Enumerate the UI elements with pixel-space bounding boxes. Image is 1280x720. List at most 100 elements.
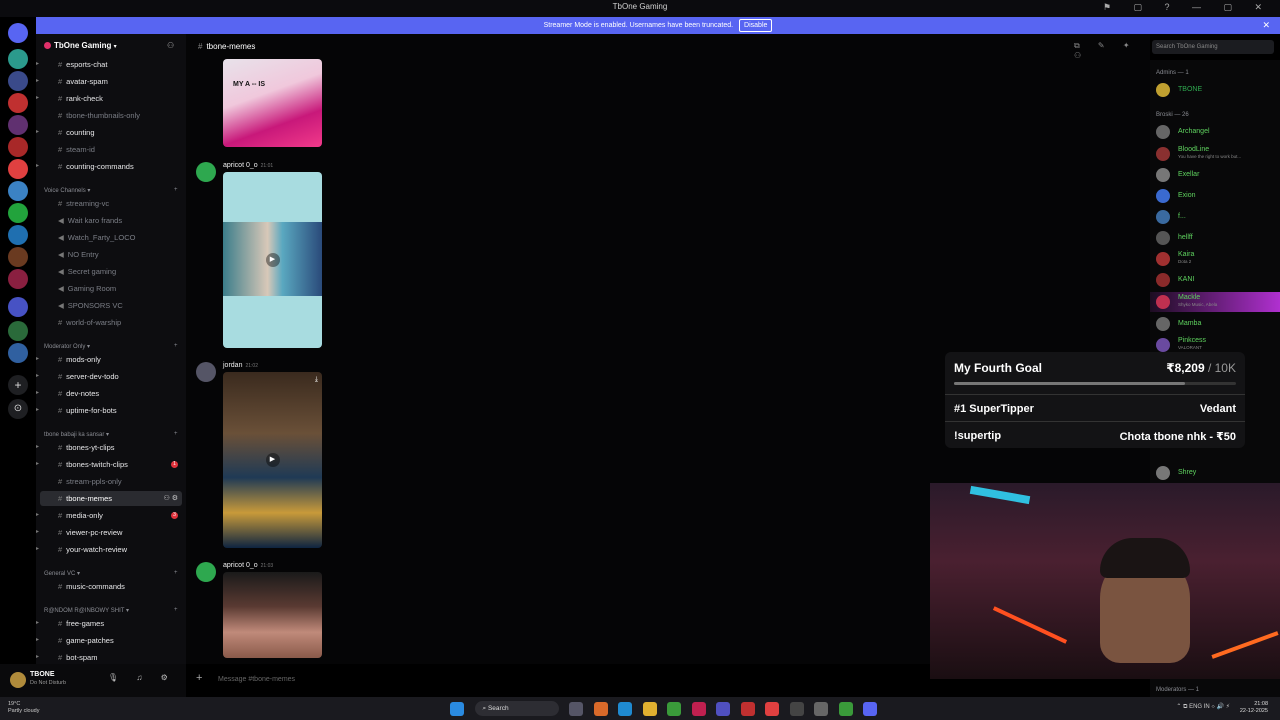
member-item[interactable]: hellff	[1150, 228, 1280, 248]
server-icon[interactable]	[8, 93, 28, 113]
server-icon[interactable]	[8, 321, 28, 341]
member-item[interactable]: Mackle Shyko Music, Abela	[1150, 292, 1280, 312]
video-attachment[interactable]	[223, 572, 322, 658]
member-item[interactable]: Shrey	[1150, 463, 1280, 483]
start-icon[interactable]	[450, 701, 464, 716]
server-icon[interactable]	[8, 137, 28, 157]
server-icon[interactable]	[8, 181, 28, 201]
channel-bot-spam[interactable]: ▸ # bot-spam	[36, 650, 186, 665]
category-random[interactable]: R@NDOM R@INBOWY SHIT ▾ +	[44, 607, 178, 614]
header-icons[interactable]: ⧉ ✎ ✦ ⚇	[1074, 41, 1150, 60]
category-voice-channels[interactable]: Voice Channels ▾ +	[44, 187, 178, 194]
clock[interactable]: 21:08 22-12-2025	[1240, 701, 1268, 715]
member-item[interactable]: Exellar	[1150, 165, 1280, 185]
voice-wait-karo-frands[interactable]: ◀ Wait karo frands	[36, 213, 186, 228]
chrome-icon[interactable]	[667, 701, 682, 716]
user-avatar[interactable]	[10, 672, 26, 688]
server-icon[interactable]	[8, 247, 28, 267]
play-icon[interactable]: ▶	[265, 253, 280, 267]
member-item[interactable]: BloodLine You have the right to work but.…	[1150, 144, 1280, 164]
message-image[interactable]: MY A -- IS	[223, 59, 322, 147]
weather-widget[interactable]: 19°C Partly cloudy	[8, 701, 40, 715]
channel-your-watch-review[interactable]: ▸ # your-watch-review	[36, 542, 186, 557]
member-item[interactable]: Archangel	[1150, 122, 1280, 142]
app-icon[interactable]	[716, 701, 731, 716]
video-attachment[interactable]: ▶	[223, 172, 322, 348]
brave-icon[interactable]	[765, 701, 780, 716]
member-item[interactable]: f...	[1150, 207, 1280, 227]
voice-gaming-room[interactable]: ◀ Gaming Room	[36, 281, 186, 296]
server-icon[interactable]	[8, 343, 28, 363]
message-author[interactable]: apricot 0_o 21:01	[223, 162, 273, 169]
voice-controls[interactable]: 🎙 ♫ ⚙	[108, 673, 176, 682]
channel-game-patches[interactable]: ▸ # game-patches	[36, 633, 186, 648]
avatar[interactable]	[196, 362, 216, 382]
channel-tbone-memes[interactable]: # tbone-memes ⚇ ⚙	[40, 491, 182, 506]
explore-icon[interactable]: ⊙	[8, 399, 28, 419]
add-server-icon[interactable]: +	[8, 375, 28, 395]
voice-watch-farty-loco[interactable]: ◀ Watch_Farty_LOCO	[36, 230, 186, 245]
voice-secret-gaming[interactable]: ◀ Secret gaming	[36, 264, 186, 279]
voice-no-entry[interactable]: ◀ NO Entry	[36, 247, 186, 262]
member-item[interactable]: KANI	[1150, 270, 1280, 290]
member-item[interactable]: Kaira Dota 2	[1150, 249, 1280, 269]
message-author[interactable]: apricot 0_o 21:03	[223, 562, 273, 569]
download-icon[interactable]: ⤓	[315, 376, 318, 384]
channel-viewer-pc-review[interactable]: ▸ # viewer-pc-review	[36, 525, 186, 540]
server-icon[interactable]	[8, 159, 28, 179]
server-folder-icon[interactable]	[8, 297, 28, 317]
channel-steam-id[interactable]: # steam-id	[36, 142, 186, 157]
channel-rank-check[interactable]: ▸ # rank-check	[36, 91, 186, 106]
member-item[interactable]: Mamba	[1150, 314, 1280, 334]
server-icon[interactable]	[8, 203, 28, 223]
voice-world-of-warship[interactable]: # world-of-warship	[36, 315, 186, 330]
task-view-icon[interactable]	[569, 701, 584, 716]
channel-music-commands[interactable]: # music-commands	[36, 579, 186, 594]
category-general-vc[interactable]: General VC ▾ +	[44, 570, 178, 577]
play-icon[interactable]: ▶	[265, 453, 280, 467]
edge-icon[interactable]	[618, 701, 633, 716]
channel-tbone-thumbnails-only[interactable]: # tbone-thumbnails-only	[36, 108, 186, 123]
app-icon[interactable]	[789, 701, 804, 716]
window-controls[interactable]: ⚑ ▢ ? — ▢ ✕	[1103, 2, 1272, 13]
close-banner-icon[interactable]: ✕	[1262, 17, 1270, 34]
channel-dev-notes[interactable]: ▸ # dev-notes	[36, 386, 186, 401]
category-tbone-babaji-ka-sansar[interactable]: tbone babaji ka sansar ▾ +	[44, 431, 178, 438]
guild-header[interactable]: TbOne Gaming ▾	[44, 41, 117, 50]
channel-settings-icon[interactable]: ⚇ ⚙	[164, 491, 179, 506]
server-icon[interactable]	[8, 269, 28, 289]
file-explorer-icon[interactable]	[642, 701, 657, 716]
taskbar-search[interactable]: ⌕ Search	[474, 701, 559, 716]
video-attachment[interactable]: ▶ ⤓	[223, 372, 322, 548]
server-icon[interactable]	[8, 71, 28, 91]
channel-stream-ppls-only[interactable]: # stream-ppls-only	[36, 474, 186, 489]
channel-media-only[interactable]: ▸ # media-only 3	[36, 508, 186, 523]
channel-counting-commands[interactable]: ▸ # counting-commands	[36, 159, 186, 174]
voice-sponsors-vc[interactable]: ◀ SPONSORS VC	[36, 298, 186, 313]
avatar[interactable]	[196, 562, 216, 582]
channel-tbones-twitch-clips[interactable]: ▸ # tbones-twitch-clips 1	[36, 457, 186, 472]
app-icon[interactable]	[814, 701, 829, 716]
channel-esports-chat[interactable]: ▸ # esports-chat	[36, 57, 186, 72]
channel-counting[interactable]: ▸ # counting	[36, 125, 186, 140]
channel-uptime-for-bots[interactable]: ▸ # uptime-for-bots	[36, 403, 186, 418]
category-moderator-only[interactable]: Moderator Only ▾ +	[44, 343, 178, 350]
message-composer[interactable]: + Message #tbone-memes	[196, 668, 956, 688]
channel-avatar-spam[interactable]: ▸ # avatar-spam	[36, 74, 186, 89]
member-item[interactable]: Exion	[1150, 186, 1280, 206]
system-tray[interactable]: ⌃ ⧉ ENG IN ⌔ 🔊 ⚡	[1176, 703, 1230, 711]
channel-mods-only[interactable]: ▸ # mods-only	[36, 352, 186, 367]
channel-free-games[interactable]: ▸ # free-games	[36, 616, 186, 631]
message-author[interactable]: jordan 21:02	[223, 362, 258, 369]
channel-server-dev-todo[interactable]: ▸ # server-dev-todo	[36, 369, 186, 384]
app-icon[interactable]	[740, 701, 755, 716]
server-icon[interactable]	[8, 225, 28, 245]
avatar[interactable]	[196, 162, 216, 182]
chrome-icon[interactable]	[838, 701, 853, 716]
app-icon[interactable]	[691, 701, 706, 716]
discord-icon[interactable]	[863, 701, 878, 716]
disable-button[interactable]: Disable	[739, 19, 773, 32]
search-input[interactable]: Search TbOne Gaming	[1152, 40, 1274, 54]
voice-streaming-vc[interactable]: # streaming-vc	[36, 196, 186, 211]
server-icon[interactable]	[8, 115, 28, 135]
